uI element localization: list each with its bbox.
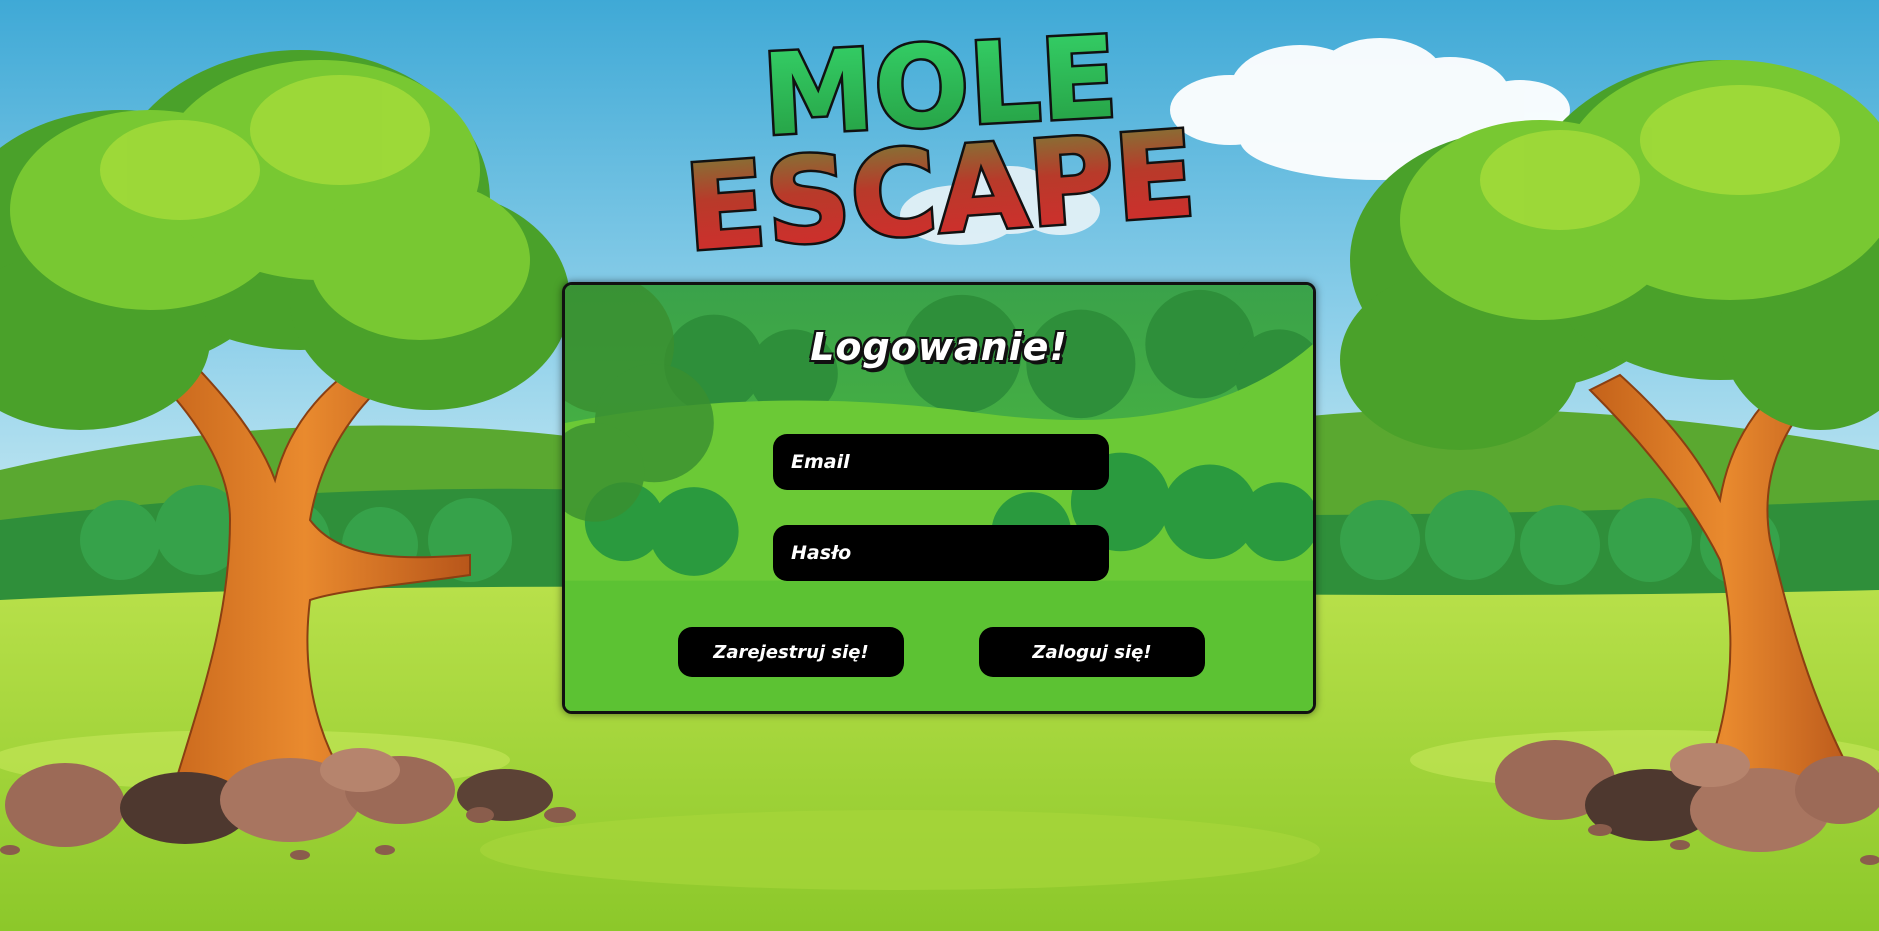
login-panel: Logowanie! Zarejestruj się! Zaloguj się! — [562, 282, 1316, 714]
password-input[interactable] — [773, 525, 1109, 581]
login-button[interactable]: Zaloguj się! — [979, 627, 1205, 677]
login-title: Logowanie! — [810, 325, 1068, 369]
register-button[interactable]: Zarejestruj się! — [678, 627, 904, 677]
email-input[interactable] — [773, 434, 1109, 490]
